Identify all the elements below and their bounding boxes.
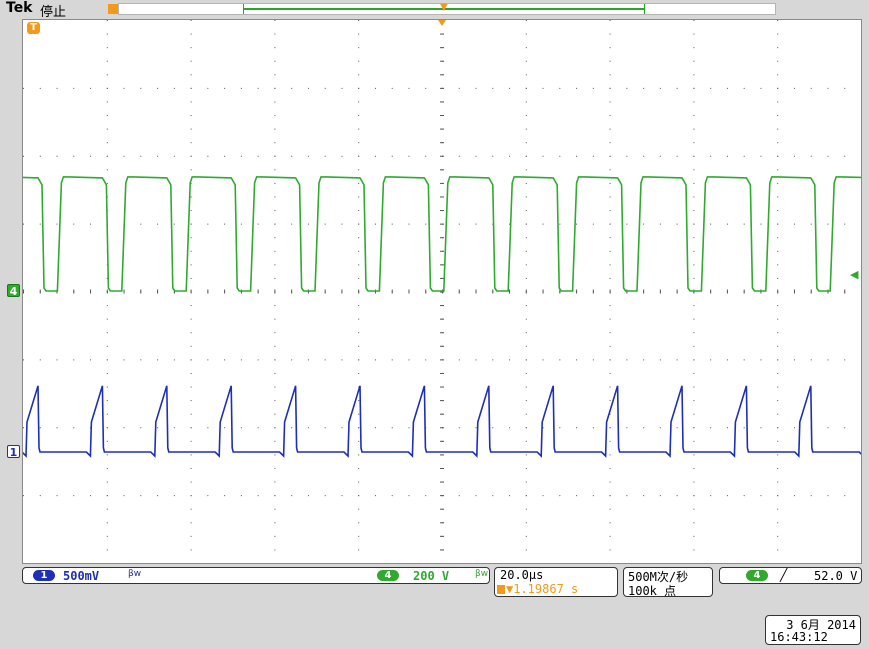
ch1-scale: 500mV: [63, 569, 100, 583]
trigger-source-badge: 4: [746, 570, 768, 581]
bottom-readout-bar: 1 500mV βw 4 200 V βw 20.0µs ▼1.19867 s …: [0, 565, 869, 649]
trigger-position-icon: [497, 585, 505, 594]
horizontal-readout[interactable]: 20.0µs ▼1.19867 s: [494, 567, 618, 597]
brand-logo: Tek: [6, 0, 33, 16]
ch4-waveform: [23, 176, 861, 292]
record-trigger-marker-icon: ▼: [440, 2, 448, 13]
ch4-bandwidth-limit-icon: βw: [475, 569, 489, 579]
acquisition-readout[interactable]: 500M次/秒 100k 点: [623, 567, 713, 598]
trigger-position-icon: [108, 4, 118, 14]
trigger-point-marker-icon: [438, 20, 446, 26]
vertical-readout[interactable]: 1 500mV βw 4 200 V βw: [22, 567, 490, 584]
trigger-level: 52.0 V: [814, 569, 858, 583]
record-length: 100k 点: [628, 584, 677, 598]
timebase-scale: 20.0µs: [500, 568, 544, 582]
trigger-level-arrow-icon[interactable]: ◀: [850, 268, 858, 281]
rising-edge-icon: ╱: [780, 568, 788, 582]
acquisition-status: 停止: [40, 5, 67, 20]
ch4-badge: 4: [377, 570, 399, 581]
oscilloscope-screen: Tek 停止 ▼ T 4 1 ◀ 1 500mV βw 4 200 V βw 2…: [0, 0, 869, 649]
ch1-waveform: [23, 385, 861, 458]
horizontal-position: ▼1.19867 s: [497, 582, 578, 596]
ch1-badge: 1: [33, 570, 55, 581]
trigger-readout[interactable]: 4 ╱ 52.0 V: [719, 567, 862, 584]
ch1-ground-marker[interactable]: 1: [7, 445, 20, 459]
ch1-bandwidth-limit-icon: βw: [128, 569, 142, 579]
date-time-readout: 3 6月 2014 16:43:12: [765, 615, 861, 645]
waveform-graticule: [22, 19, 862, 564]
waveform-display: [23, 20, 861, 551]
time: 16:43:12: [770, 630, 828, 644]
ch4-scale: 200 V: [413, 569, 450, 583]
ch4-ground-marker[interactable]: 4: [7, 284, 20, 298]
trigger-time-marker-icon[interactable]: T: [27, 22, 40, 34]
top-status-bar: Tek 停止 ▼: [0, 0, 869, 20]
